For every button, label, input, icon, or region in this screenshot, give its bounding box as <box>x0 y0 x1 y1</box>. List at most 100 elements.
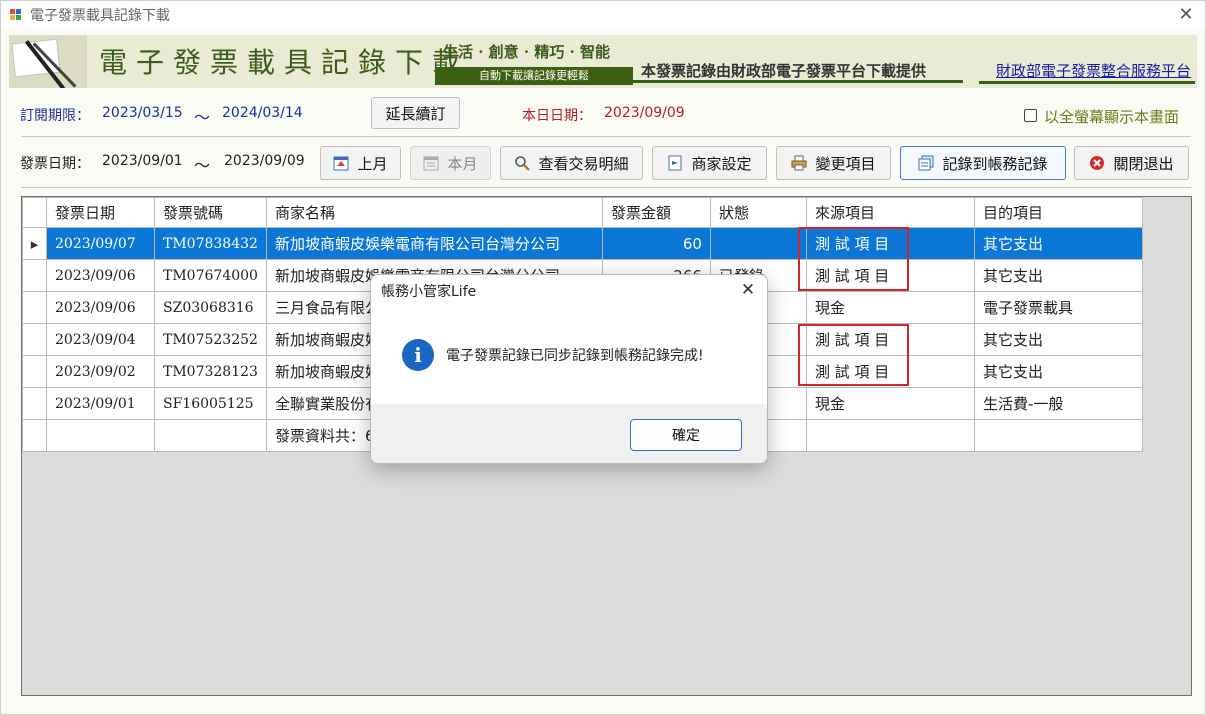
cell-target[interactable]: 其它支出 <box>973 355 1143 388</box>
close-circle-icon <box>1089 155 1105 171</box>
close-exit-label: 關閉退出 <box>1113 154 1174 173</box>
ledger-icon <box>918 155 934 171</box>
filter-start-date[interactable]: 2023/09/01 <box>102 153 183 169</box>
cell-number[interactable]: TM07523252 <box>154 323 267 356</box>
this-month-button[interactable]: 本月 <box>410 146 491 180</box>
column-header-merchant[interactable]: 商家名稱 <box>265 197 603 228</box>
fullscreen-label[interactable]: 以全螢幕顯示本畫面 <box>1044 106 1179 127</box>
cell-merchant[interactable]: 新加坡商蝦皮娛樂電商有限公司台灣分公司 <box>265 227 603 260</box>
banner-link-underline <box>979 81 1195 84</box>
subscription-label: 訂閱期限： <box>20 108 90 124</box>
dialog-close-icon[interactable]: ✕ <box>737 279 759 301</box>
prev-month-label: 上月 <box>357 154 388 173</box>
banner-description: 本發票記錄由財政部電子發票平台下載提供 <box>641 62 927 80</box>
fullscreen-checkbox[interactable] <box>1024 109 1037 122</box>
row-indicator-icon: ▸ <box>22 227 47 260</box>
cell-date[interactable]: 2023/09/06 <box>46 291 155 324</box>
extend-subscription-button[interactable]: 延長續訂 <box>371 97 460 129</box>
column-header-number[interactable]: 發票號碼 <box>154 197 267 228</box>
dialog-footer: 確定 <box>371 404 767 463</box>
cell-date[interactable]: 2023/09/01 <box>46 387 155 420</box>
column-header-source[interactable]: 來源項目 <box>805 197 975 228</box>
cell-target[interactable]: 其它支出 <box>973 323 1143 356</box>
cell-date[interactable]: 2023/09/07 <box>46 227 155 260</box>
banner-art-image <box>9 35 87 88</box>
window-close-icon[interactable]: ✕ <box>1175 4 1197 26</box>
change-item-button[interactable]: 變更項目 <box>776 146 891 180</box>
today-date: 2023/09/09 <box>604 105 685 121</box>
cell-amount[interactable]: 60 <box>601 227 711 260</box>
banner-slogan: 生活 · 創意 · 精巧 · 智能 <box>443 43 611 61</box>
cell-status[interactable] <box>709 227 807 260</box>
cell-number[interactable]: TM07328123 <box>154 355 267 388</box>
subscription-tilde: ～ <box>194 108 211 127</box>
summary-cell-empty <box>805 419 975 452</box>
einvoice-platform-link[interactable]: 財政部電子發票整合服務平台 <box>996 60 1191 81</box>
prev-month-button[interactable]: 上月 <box>320 146 401 180</box>
dialog-title: 帳務小管家Life <box>381 284 477 300</box>
cell-target[interactable]: 電子發票載具 <box>973 291 1143 324</box>
change-item-label: 變更項目 <box>815 154 876 173</box>
divider-bottom <box>21 187 1191 188</box>
cell-date[interactable]: 2023/09/02 <box>46 355 155 388</box>
calendar-up-icon <box>333 155 349 171</box>
row-header <box>22 355 47 388</box>
subscription-start: 2023/03/15 <box>102 105 183 121</box>
main-window: 電子發票載具記錄下載 ✕ 電子發票載具記錄下載 生活 · 創意 · 精巧 · 智… <box>0 0 1206 715</box>
table-row[interactable]: ▸ 2023/09/07 TM07838432 新加坡商蝦皮娛樂電商有限公司台灣… <box>22 227 1143 260</box>
row-header-corner <box>22 197 47 228</box>
table-header-row: 發票日期 發票號碼 商家名稱 發票金額 狀態 來源項目 目的項目 <box>22 197 1143 228</box>
close-exit-button[interactable]: 關閉退出 <box>1074 146 1189 180</box>
column-header-target[interactable]: 目的項目 <box>973 197 1143 228</box>
window-title: 電子發票載具記錄下載 <box>30 8 170 24</box>
column-header-status[interactable]: 狀態 <box>709 197 807 228</box>
summary-cell-empty <box>154 419 267 452</box>
magnifier-icon <box>514 155 531 171</box>
info-icon: i <box>402 339 434 371</box>
banner: 電子發票載具記錄下載 生活 · 創意 · 精巧 · 智能 自動下載讓記錄更輕鬆 … <box>9 35 1197 88</box>
divider-top <box>21 136 1191 137</box>
cell-target[interactable]: 生活費-一般 <box>973 387 1143 420</box>
filter-end-date[interactable]: 2023/09/09 <box>224 153 305 169</box>
cell-date[interactable]: 2023/09/04 <box>46 323 155 356</box>
filter-tilde: ～ <box>194 156 211 175</box>
source-highlight-box <box>798 227 909 291</box>
row-header <box>22 291 47 324</box>
dialog-ok-button[interactable]: 確定 <box>630 419 742 451</box>
printer-icon <box>791 155 807 171</box>
row-header <box>22 259 47 292</box>
cell-number[interactable]: TM07838432 <box>154 227 267 260</box>
banner-divider <box>633 80 963 83</box>
view-transaction-details-label: 查看交易明細 <box>538 154 629 173</box>
banner-slogan-sub: 自動下載讓記錄更輕鬆 <box>435 67 633 85</box>
subscription-end: 2024/03/14 <box>222 105 303 121</box>
cell-target[interactable]: 其它支出 <box>973 227 1143 260</box>
slogan-box: 生活 · 創意 · 精巧 · 智能 自動下載讓記錄更輕鬆 <box>435 39 633 86</box>
merchant-settings-label: 商家設定 <box>691 154 752 173</box>
cell-target[interactable]: 其它支出 <box>973 259 1143 292</box>
record-to-accounts-label: 記錄到帳務記錄 <box>942 154 1048 173</box>
info-dialog: 帳務小管家Life ✕ i 電子發票記錄已同步記錄到帳務記錄完成! 確定 <box>370 274 768 464</box>
record-to-accounts-button[interactable]: 記錄到帳務記錄 <box>900 146 1066 180</box>
today-label: 本日日期： <box>522 108 592 124</box>
banner-title: 電子發票載具記錄下載 <box>99 46 470 79</box>
cell-source[interactable]: 現金 <box>805 291 975 324</box>
title-bar: 電子發票載具記錄下載 ✕ <box>1 1 1205 29</box>
app-icon <box>10 9 22 21</box>
view-transaction-details-button[interactable]: 查看交易明細 <box>500 146 643 180</box>
cell-date[interactable]: 2023/09/06 <box>46 259 155 292</box>
cell-source[interactable]: 現金 <box>805 387 975 420</box>
row-header <box>22 323 47 356</box>
merchant-settings-button[interactable]: 商家設定 <box>652 146 767 180</box>
cell-number[interactable]: SF16005125 <box>154 387 267 420</box>
summary-cell-empty <box>46 419 155 452</box>
store-icon <box>667 155 683 171</box>
column-header-amount[interactable]: 發票金額 <box>601 197 711 228</box>
dialog-message: 電子發票記錄已同步記錄到帳務記錄完成! <box>446 348 704 364</box>
column-header-date[interactable]: 發票日期 <box>46 197 155 228</box>
cell-number[interactable]: SZ03068316 <box>154 291 267 324</box>
source-highlight-box <box>798 324 909 386</box>
cell-number[interactable]: TM07674000 <box>154 259 267 292</box>
summary-cell-empty <box>973 419 1143 452</box>
calendar-icon <box>423 155 439 171</box>
